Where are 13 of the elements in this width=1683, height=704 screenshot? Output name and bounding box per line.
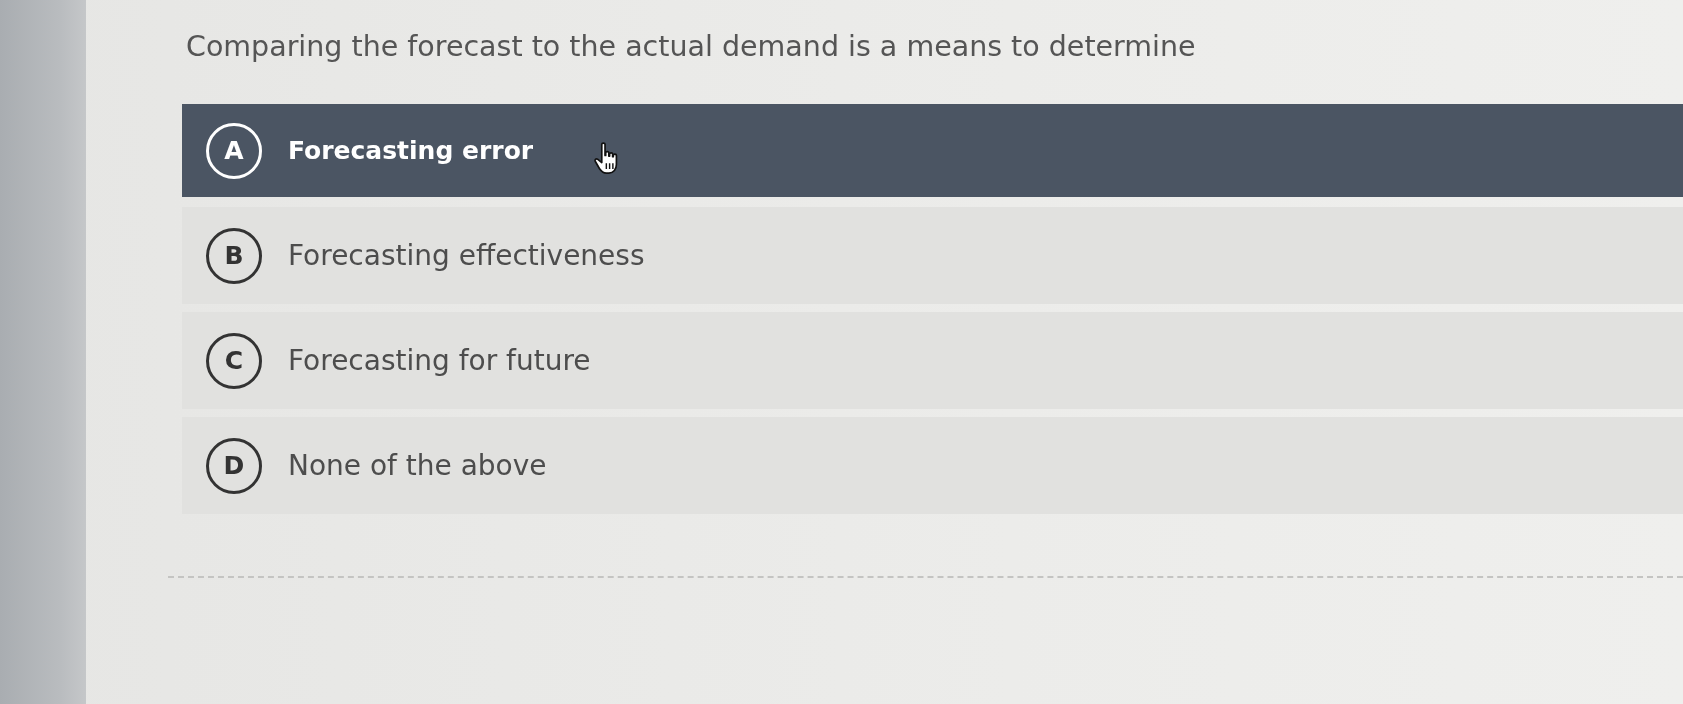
option-letter: B (206, 227, 262, 284)
option-text: None of the above (288, 449, 547, 482)
option-letter: D (206, 437, 262, 494)
question-text: Comparing the forecast to the actual demand is a means to determine (186, 29, 1196, 65)
option-text: Forecasting error (288, 136, 534, 165)
answer-option[interactable]: B Forecasting effectiveness (182, 207, 1683, 304)
option-text: Forecasting for future (288, 344, 591, 377)
answer-option[interactable]: A Forecasting error (182, 104, 1683, 197)
option-letter: A (206, 122, 262, 179)
answer-option[interactable]: D None of the above (182, 417, 1683, 514)
option-text: Forecasting effectiveness (288, 239, 645, 272)
answer-option[interactable]: C Forecasting for future (182, 312, 1683, 409)
option-letter: C (206, 332, 262, 389)
